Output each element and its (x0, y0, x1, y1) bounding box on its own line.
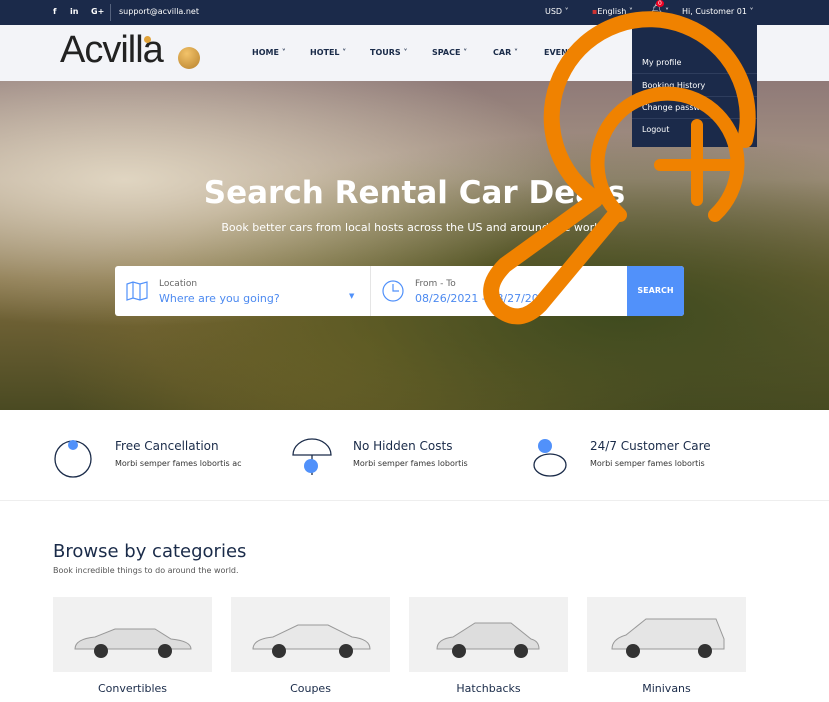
menu-item-logout[interactable]: Logout (642, 125, 669, 134)
divider (110, 4, 111, 21)
category-card-hatchbacks[interactable] (409, 597, 568, 672)
notification-badge: 0 (656, 0, 664, 7)
logo-sun-icon (178, 47, 200, 69)
top-bar: f in G+ support@acvilla.net USD ˅ ▪Engli… (0, 0, 829, 25)
linkedin-icon[interactable]: in (70, 7, 78, 16)
date-range-input[interactable]: 08/26/2021 - 08/27/2021 (415, 292, 553, 305)
divider (0, 500, 829, 501)
nav-event[interactable]: EVENT ˅ (544, 48, 580, 57)
car-image (252, 624, 371, 658)
facebook-icon[interactable]: f (53, 7, 56, 16)
location-input[interactable]: Where are you going? (159, 292, 280, 305)
car-image (611, 618, 725, 658)
logo-dot-icon (144, 36, 151, 43)
category-card-coupes[interactable] (231, 597, 390, 672)
user-greeting: Hi, Customer 01 (682, 7, 747, 16)
chevron-down-icon[interactable]: ˅ (665, 7, 669, 16)
nav-home[interactable]: HOME ˅ (252, 48, 286, 57)
google-plus-icon[interactable]: G+ (91, 7, 104, 16)
divider (370, 266, 371, 316)
category-label[interactable]: Convertibles (53, 682, 212, 695)
feature-desc: Morbi semper fames lobortis ac (115, 459, 242, 468)
menu-item-booking-history[interactable]: Booking History (642, 81, 705, 90)
car-image (74, 628, 192, 658)
divider (632, 73, 757, 74)
map-icon (126, 281, 148, 301)
categories-title: Browse by categories (53, 541, 247, 562)
search-button[interactable]: SEARCH (627, 266, 684, 316)
nav-hotel[interactable]: HOTEL ˅ (310, 48, 346, 57)
feature-customer-care: 24/7 Customer Care Morbi semper fames lo… (528, 437, 711, 483)
nav-tours[interactable]: TOURS ˅ (370, 48, 407, 57)
feature-title: Free Cancellation (115, 439, 219, 453)
language-label: English (597, 7, 627, 16)
nav-car[interactable]: CAR ˅ (493, 48, 518, 57)
piggy-bank-icon (533, 439, 567, 477)
support-email-link[interactable]: support@acvilla.net (119, 7, 199, 16)
language-dropdown[interactable]: ▪English ˅ (592, 7, 633, 16)
caret-down-icon[interactable]: ▼ (349, 292, 354, 300)
category-label[interactable]: Coupes (231, 682, 390, 695)
feature-no-hidden-costs: No Hidden Costs Morbi semper fames lobor… (291, 437, 468, 483)
category-label[interactable]: Minivans (587, 682, 746, 695)
search-form: Location Where are you going? ▼ From - T… (115, 266, 684, 316)
category-card-minivans[interactable] (587, 597, 746, 672)
categories-subtitle: Book incredible things to do around the … (53, 566, 239, 575)
umbrella-euro-icon (292, 438, 332, 475)
divider (632, 96, 757, 97)
category-card-convertibles[interactable] (53, 597, 212, 672)
user-dropdown-menu: My profile Booking History Change passwo… (632, 25, 757, 147)
feature-desc: Morbi semper fames lobortis (590, 459, 705, 468)
feature-desc: Morbi semper fames lobortis (353, 459, 468, 468)
currency-dropdown[interactable]: USD ˅ (545, 7, 569, 16)
clock-icon (382, 280, 404, 302)
hero-subtitle: Book better cars from local hosts across… (221, 221, 608, 234)
category-label[interactable]: Hatchbacks (409, 682, 568, 695)
menu-item-profile[interactable]: My profile (642, 58, 681, 67)
car-image (436, 622, 540, 658)
location-label: Location (159, 279, 198, 289)
nav-space[interactable]: SPACE ˅ (432, 48, 467, 57)
hero-title: Search Rental Car Deals (203, 175, 626, 211)
feature-title: 24/7 Customer Care (590, 439, 711, 453)
feature-free-cancellation: Free Cancellation Morbi semper fames lob… (53, 437, 242, 483)
date-label: From - To (415, 279, 456, 289)
globe-pin-icon (54, 440, 92, 478)
currency-label: USD (545, 7, 563, 16)
feature-title: No Hidden Costs (353, 439, 453, 453)
divider (632, 118, 757, 119)
menu-item-change-password[interactable]: Change password (642, 103, 713, 112)
user-menu-toggle[interactable]: Hi, Customer 01 ˅ (682, 7, 753, 16)
